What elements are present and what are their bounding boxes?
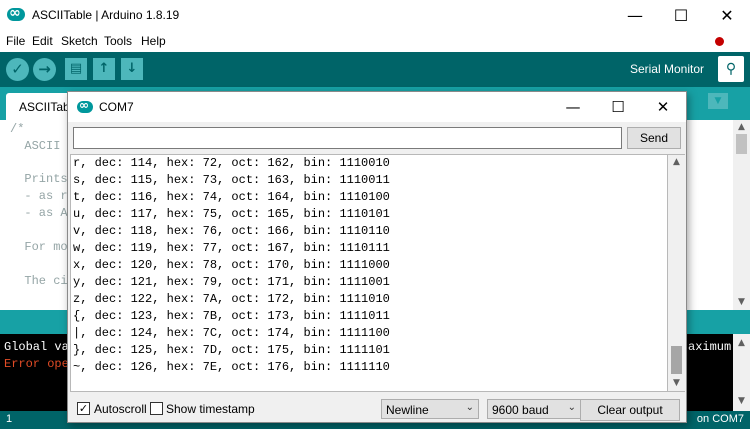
clear-output-button[interactable]: Clear output xyxy=(580,399,680,421)
console-line-tail: aximum xyxy=(688,340,732,354)
arduino-logo-icon xyxy=(7,5,25,21)
save-sketch-icon[interactable]: ↓ xyxy=(121,58,143,80)
close-icon[interactable]: ✕ xyxy=(704,0,750,31)
maximize-icon[interactable]: ☐ xyxy=(658,0,704,31)
close-icon[interactable]: ✕ xyxy=(640,92,686,122)
baud-rate-value: 9600 baud xyxy=(492,403,549,417)
editor-line: The ci xyxy=(10,274,68,288)
line-ending-select[interactable]: Newline ⌄ xyxy=(381,399,479,419)
ide-window-title: ASCIITable | Arduino 1.8.19 xyxy=(32,8,180,22)
scroll-down-icon[interactable]: ▼ xyxy=(668,376,685,391)
toolbar: ✓ → ▤ ↑ ↓ Serial Monitor ⚲ xyxy=(0,52,750,87)
output-line: w, dec: 119, hex: 77, oct: 167, bin: 111… xyxy=(73,241,390,255)
minimize-icon[interactable]: — xyxy=(550,92,596,122)
new-sketch-icon[interactable]: ▤ xyxy=(65,58,87,80)
serial-monitor-footer: ✓ Autoscroll Show timestamp Newline ⌄ 96… xyxy=(68,394,686,422)
scroll-up-icon[interactable]: ▲ xyxy=(668,155,685,170)
scroll-up-icon[interactable]: ▲ xyxy=(733,120,750,135)
scroll-up-icon[interactable]: ▲ xyxy=(733,336,750,351)
editor-line: ASCII xyxy=(10,139,61,153)
serial-monitor-window: COM7 — ☐ ✕ Send r, dec: 114, hex: 72, oc… xyxy=(67,91,687,423)
console-scrollbar[interactable]: ▲ ▼ xyxy=(733,334,750,411)
menu-help[interactable]: Help xyxy=(141,34,166,48)
chevron-down-icon: ⌄ xyxy=(465,402,474,413)
output-line: x, dec: 120, hex: 78, oct: 170, bin: 111… xyxy=(73,258,390,272)
arduino-logo-icon xyxy=(77,98,93,113)
verify-check-icon[interactable]: ✓ xyxy=(6,58,29,81)
editor-line: Prints xyxy=(10,172,68,186)
editor-line: - as A xyxy=(10,206,68,220)
maximize-icon[interactable]: ☐ xyxy=(595,92,641,122)
output-line: v, dec: 118, hex: 76, oct: 166, bin: 111… xyxy=(73,224,390,238)
serial-scroll-thumb[interactable] xyxy=(671,346,682,374)
output-line: ~, dec: 126, hex: 7E, oct: 176, bin: 111… xyxy=(73,360,390,374)
board-port-status: on COM7 xyxy=(696,413,744,425)
send-button[interactable]: Send xyxy=(627,127,681,149)
output-line: y, dec: 121, hex: 79, oct: 171, bin: 111… xyxy=(73,275,390,289)
serial-monitor-title-bar: COM7 — ☐ ✕ xyxy=(68,92,686,122)
minimize-icon[interactable]: — xyxy=(612,0,658,31)
tab-asciitable[interactable]: ASCIITable xyxy=(6,93,79,120)
serial-output-area[interactable]: r, dec: 114, hex: 72, oct: 162, bin: 111… xyxy=(70,154,668,392)
line-number: 1 xyxy=(6,413,13,425)
output-line: }, dec: 125, hex: 7D, oct: 175, bin: 111… xyxy=(73,343,390,357)
output-line: r, dec: 114, hex: 72, oct: 162, bin: 111… xyxy=(73,156,390,170)
serial-monitor-title: COM7 xyxy=(99,100,134,114)
upload-arrow-icon[interactable]: → xyxy=(33,58,56,81)
menu-tools[interactable]: Tools xyxy=(104,34,132,48)
editor-line: /* xyxy=(10,122,25,136)
autoscroll-checkbox[interactable]: ✓ xyxy=(77,402,90,415)
menu-sketch[interactable]: Sketch xyxy=(61,34,98,48)
serial-monitor-label: Serial Monitor xyxy=(629,62,704,76)
output-line: t, dec: 116, hex: 74, oct: 164, bin: 111… xyxy=(73,190,390,204)
output-line: u, dec: 117, hex: 75, oct: 165, bin: 111… xyxy=(73,207,390,221)
menu-file[interactable]: File xyxy=(6,34,25,48)
line-ending-value: Newline xyxy=(386,403,429,417)
output-line: {, dec: 123, hex: 7B, oct: 173, bin: 111… xyxy=(73,309,390,323)
menu-edit[interactable]: Edit xyxy=(32,34,53,48)
scroll-down-icon[interactable]: ▼ xyxy=(733,295,750,310)
menu-bar: File Edit Sketch Tools Help xyxy=(0,31,750,52)
chevron-down-icon: ⌄ xyxy=(567,402,576,413)
editor-line: For mo xyxy=(10,240,68,254)
console-line: Error ope xyxy=(4,357,69,371)
baud-rate-select[interactable]: 9600 baud ⌄ xyxy=(487,399,581,419)
editor-line: - as r xyxy=(10,189,68,203)
editor-scroll-thumb[interactable] xyxy=(736,134,747,154)
editor-scrollbar[interactable]: ▲ ▼ xyxy=(733,120,750,310)
show-timestamp-label: Show timestamp xyxy=(166,402,255,416)
ide-title-bar: ASCIITable | Arduino 1.8.19 — ☐ ✕ xyxy=(0,0,750,31)
show-timestamp-checkbox[interactable] xyxy=(150,402,163,415)
output-line: |, dec: 124, hex: 7C, oct: 174, bin: 111… xyxy=(73,326,390,340)
console-line: Global va xyxy=(4,340,69,354)
serial-send-input[interactable] xyxy=(73,127,622,149)
record-indicator-icon xyxy=(715,37,724,46)
tabs-menu-chevron-down-icon[interactable]: ▼ xyxy=(708,93,728,109)
serial-output-scrollbar[interactable]: ▲ ▼ xyxy=(668,154,685,392)
autoscroll-label: Autoscroll xyxy=(94,402,147,416)
output-line: z, dec: 122, hex: 7A, oct: 172, bin: 111… xyxy=(73,292,390,306)
open-sketch-icon[interactable]: ↑ xyxy=(93,58,115,80)
output-line: s, dec: 115, hex: 73, oct: 163, bin: 111… xyxy=(73,173,390,187)
serial-monitor-icon[interactable]: ⚲ xyxy=(718,56,744,82)
scroll-down-icon[interactable]: ▼ xyxy=(733,394,750,409)
